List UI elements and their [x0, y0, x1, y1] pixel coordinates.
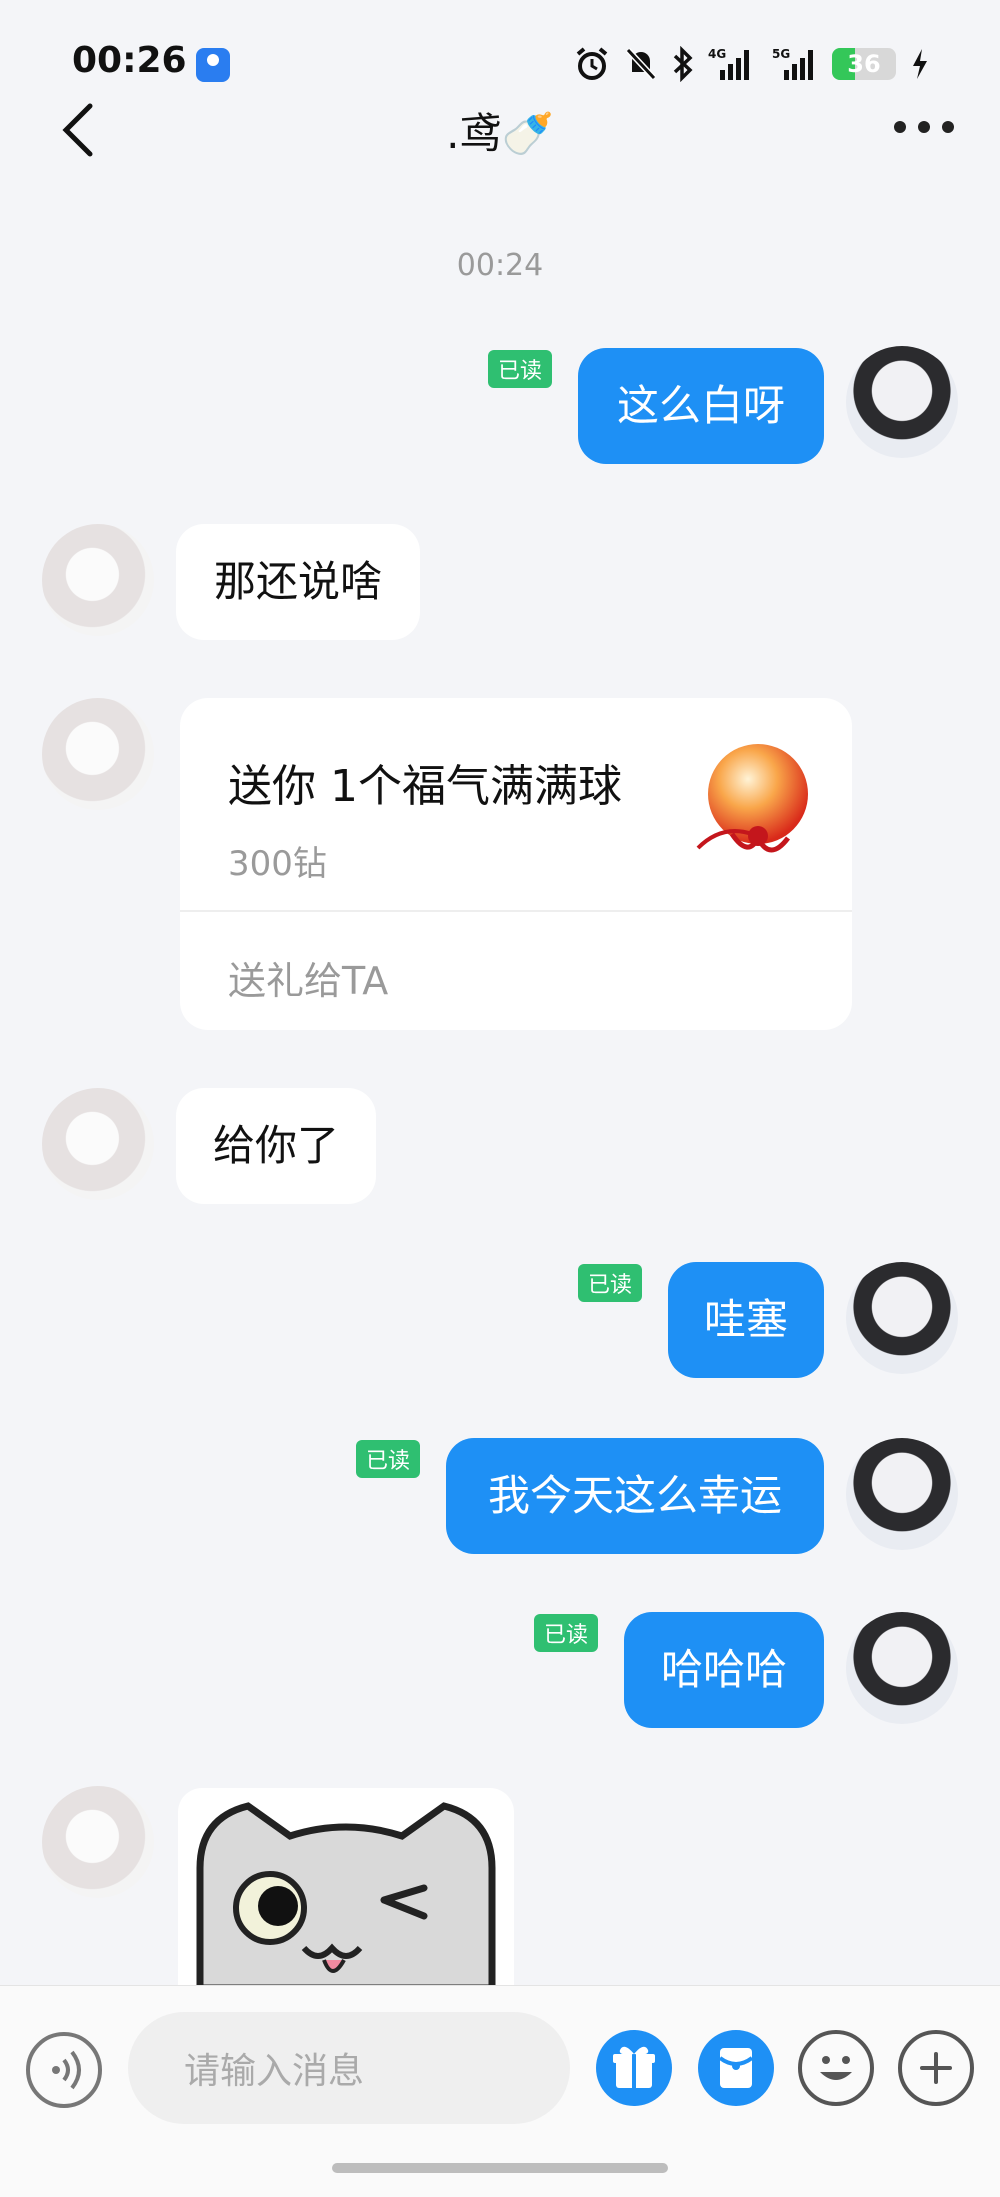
my-avatar[interactable] [846, 1262, 958, 1374]
battery-level: 36 [847, 50, 881, 78]
message-bubble-sent[interactable]: 哇塞 [668, 1262, 824, 1378]
emoji-button[interactable] [798, 2030, 874, 2106]
send-gift-link[interactable]: 送礼给TA [228, 950, 388, 1005]
my-avatar[interactable] [846, 1612, 958, 1724]
my-avatar[interactable] [846, 1438, 958, 1550]
read-badge: 已读 [356, 1440, 421, 1478]
app-notification-icon [196, 48, 230, 82]
network-5g-label: 5G [772, 47, 790, 61]
contact-avatar[interactable] [42, 524, 154, 636]
signal-5g-icon: 5G [772, 47, 813, 80]
message-bubble-received[interactable]: 那还说啥 [176, 524, 420, 640]
contact-avatar[interactable] [42, 698, 154, 810]
message-bubble-sent[interactable]: 我今天这么幸运 [446, 1438, 824, 1554]
winking-cat-sticker[interactable] [178, 1788, 514, 1988]
more-actions-button[interactable] [898, 2030, 974, 2106]
read-badge: 已读 [578, 1264, 643, 1302]
gift-icon [613, 2046, 655, 2088]
mute-bell-icon [625, 47, 657, 81]
chat-title: .鸢🍼 [446, 109, 554, 158]
read-badge: 已读 [488, 350, 553, 388]
lucky-ball-gift-icon [696, 744, 808, 853]
gift-title: 送你 1个福气满满球 [228, 761, 622, 812]
signal-4g-icon: 4G [708, 47, 749, 80]
status-time: 00:26 [72, 40, 187, 81]
my-avatar[interactable] [846, 346, 958, 458]
gift-card[interactable]: 送你 1个福气满满球 300钻 送礼给TA [180, 698, 852, 1030]
charging-icon [913, 49, 927, 79]
message-input[interactable]: 请输入消息 [128, 2012, 570, 2124]
gift-price: 300钻 [228, 844, 327, 884]
contact-avatar[interactable] [42, 1786, 154, 1898]
message-bubble-sent[interactable]: 哈哈哈 [624, 1612, 824, 1728]
cat-sticker-image [196, 1802, 496, 1988]
contact-avatar[interactable] [42, 1088, 154, 1200]
red-packet-button[interactable] [698, 2030, 774, 2106]
bluetooth-icon [673, 46, 693, 82]
message-bubble-received[interactable]: 给你了 [176, 1088, 376, 1204]
message-timestamp: 00:24 [456, 248, 544, 283]
alarm-icon [576, 47, 608, 80]
battery-icon: 36 [832, 48, 896, 80]
plus-icon [920, 2052, 952, 2084]
network-4g-label: 4G [708, 47, 726, 61]
gift-divider [180, 910, 852, 912]
message-bubble-sent[interactable]: 这么白呀 [578, 348, 824, 464]
emoji-icon [820, 2056, 852, 2080]
red-packet-icon [718, 2048, 754, 2088]
read-badge: 已读 [534, 1614, 599, 1652]
gift-button[interactable] [596, 2030, 672, 2106]
home-indicator[interactable] [332, 2163, 668, 2173]
more-options-icon[interactable] [894, 112, 954, 142]
status-icons: 4G 5G 36 [574, 44, 930, 84]
voice-input-button[interactable] [26, 2032, 102, 2108]
voice-icon [52, 2050, 81, 2090]
